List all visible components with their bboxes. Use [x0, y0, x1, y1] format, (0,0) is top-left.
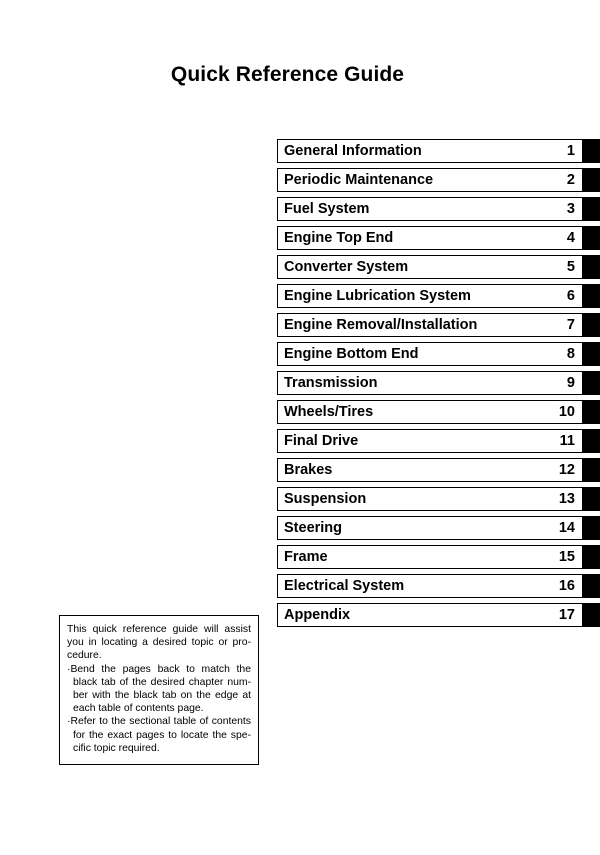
chapter-black-tab [583, 284, 600, 308]
chapter-entry[interactable]: Engine Bottom End 8 [277, 342, 583, 366]
chapter-name: Engine Lubrication System [284, 287, 471, 304]
chapter-black-tab [583, 313, 600, 337]
chapter-number: 1 [566, 142, 575, 159]
chapter-index-table: General Information 1 Periodic Maintenance… [277, 139, 600, 632]
chapter-row[interactable]: Appendix 17 [277, 603, 600, 627]
chapter-entry[interactable]: Suspension 13 [277, 487, 583, 511]
chapter-row[interactable]: Final Drive 11 [277, 429, 600, 453]
chapter-row[interactable]: Engine Removal/Installation 7 [277, 313, 600, 337]
chapter-black-tab [583, 487, 600, 511]
chapter-number: 9 [566, 374, 575, 391]
chapter-entry[interactable]: Transmission 9 [277, 371, 583, 395]
chapter-entry[interactable]: Engine Lubrication System 6 [277, 284, 583, 308]
chapter-row[interactable]: Engine Lubrication System 6 [277, 284, 600, 308]
chapter-row[interactable]: Converter System 5 [277, 255, 600, 279]
chapter-number: 14 [558, 519, 575, 536]
chapter-name: General Information [284, 142, 422, 159]
chapter-row[interactable]: Brakes 12 [277, 458, 600, 482]
chapter-black-tab [583, 545, 600, 569]
chapter-black-tab [583, 603, 600, 627]
chapter-black-tab [583, 255, 600, 279]
chapter-row[interactable]: Suspension 13 [277, 487, 600, 511]
chapter-entry[interactable]: Engine Removal/Installation 7 [277, 313, 583, 337]
chapter-black-tab [583, 197, 600, 221]
chapter-row[interactable]: General Information 1 [277, 139, 600, 163]
note-bullet-list: ·Bend the pages back to match the black … [67, 663, 251, 755]
chapter-name: Engine Top End [284, 229, 394, 246]
chapter-entry[interactable]: Steering 14 [277, 516, 583, 540]
chapter-black-tab [583, 516, 600, 540]
chapter-black-tab [583, 168, 600, 192]
chapter-entry[interactable]: Converter System 5 [277, 255, 583, 279]
chapter-black-tab [583, 574, 600, 598]
chapter-name: Engine Bottom End [284, 345, 419, 362]
note-bullet-item: ·Bend the pages back to match the black … [67, 663, 251, 716]
chapter-number: 8 [566, 345, 575, 362]
chapter-number: 3 [566, 200, 575, 217]
chapter-row[interactable]: Transmission 9 [277, 371, 600, 395]
chapter-name: Transmission [284, 374, 378, 391]
chapter-black-tab [583, 226, 600, 250]
chapter-number: 16 [558, 577, 575, 594]
chapter-number: 5 [566, 258, 575, 275]
chapter-number: 6 [566, 287, 575, 304]
chapter-name: Frame [284, 548, 328, 565]
chapter-number: 10 [558, 403, 575, 420]
chapter-black-tab [583, 342, 600, 366]
chapter-row[interactable]: Fuel System 3 [277, 197, 600, 221]
chapter-entry[interactable]: Frame 15 [277, 545, 583, 569]
chapter-entry[interactable]: Final Drive 11 [277, 429, 583, 453]
chapter-name: Fuel System [284, 200, 370, 217]
chapter-name: Wheels/Tires [284, 403, 374, 420]
chapter-entry[interactable]: Brakes 12 [277, 458, 583, 482]
chapter-number: 4 [566, 229, 575, 246]
chapter-row[interactable]: Engine Top End 4 [277, 226, 600, 250]
chapter-number: 12 [558, 461, 575, 478]
chapter-entry[interactable]: Fuel System 3 [277, 197, 583, 221]
chapter-entry[interactable]: Engine Top End 4 [277, 226, 583, 250]
chapter-name: Engine Removal/Installation [284, 316, 478, 333]
chapter-black-tab [583, 371, 600, 395]
chapter-entry[interactable]: Electrical System 16 [277, 574, 583, 598]
chapter-black-tab [583, 400, 600, 424]
chapter-name: Steering [284, 519, 343, 536]
note-intro-text: This quick reference guide will assist y… [67, 624, 251, 662]
chapter-number: 17 [558, 606, 575, 623]
chapter-entry[interactable]: General Information 1 [277, 139, 583, 163]
note-bullet-item: ·Refer to the sectional table of content… [67, 715, 251, 755]
chapter-number: 15 [558, 548, 575, 565]
chapter-row[interactable]: Electrical System 16 [277, 574, 600, 598]
chapter-number: 11 [559, 432, 575, 449]
chapter-row[interactable]: Steering 14 [277, 516, 600, 540]
chapter-entry[interactable]: Periodic Maintenance 2 [277, 168, 583, 192]
chapter-number: 7 [566, 316, 575, 333]
usage-note-box: This quick reference guide will assist y… [59, 615, 259, 765]
note-bullet-text: Refer to the sectional table of contents… [70, 716, 251, 754]
chapter-name: Appendix [284, 606, 351, 623]
chapter-black-tab [583, 139, 600, 163]
chapter-number: 2 [566, 171, 575, 188]
chapter-entry[interactable]: Wheels/Tires 10 [277, 400, 583, 424]
chapter-row[interactable]: Engine Bottom End 8 [277, 342, 600, 366]
chapter-name: Periodic Maintenance [284, 171, 434, 188]
chapter-name: Final Drive [284, 432, 359, 449]
chapter-black-tab [583, 429, 600, 453]
chapter-name: Suspension [284, 490, 367, 507]
chapter-row[interactable]: Wheels/Tires 10 [277, 400, 600, 424]
chapter-row[interactable]: Periodic Maintenance 2 [277, 168, 600, 192]
note-bullet-text: Bend the pages back to match the black t… [70, 663, 251, 715]
chapter-black-tab [583, 458, 600, 482]
chapter-number: 13 [558, 490, 575, 507]
chapter-row[interactable]: Frame 15 [277, 545, 600, 569]
chapter-name: Electrical System [284, 577, 405, 594]
chapter-name: Converter System [284, 258, 409, 275]
chapter-name: Brakes [284, 461, 333, 478]
page-title: Quick Reference Guide [170, 63, 405, 86]
chapter-entry[interactable]: Appendix 17 [277, 603, 583, 627]
